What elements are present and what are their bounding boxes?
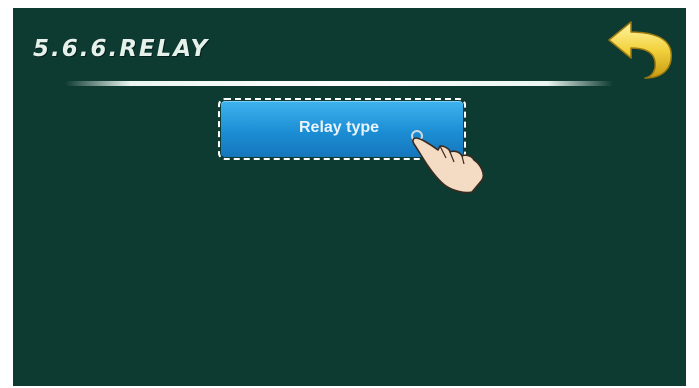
relay-type-label: Relay type: [299, 119, 380, 136]
hand-pointer-icon: [406, 124, 492, 194]
title-divider: [65, 81, 613, 86]
page-title: 5.6.6.RELAY: [33, 36, 210, 62]
relay-screen: 5.6.6.RELAY Relay type: [13, 8, 686, 386]
back-button[interactable]: [605, 18, 677, 80]
back-arrow-icon: [608, 21, 672, 79]
